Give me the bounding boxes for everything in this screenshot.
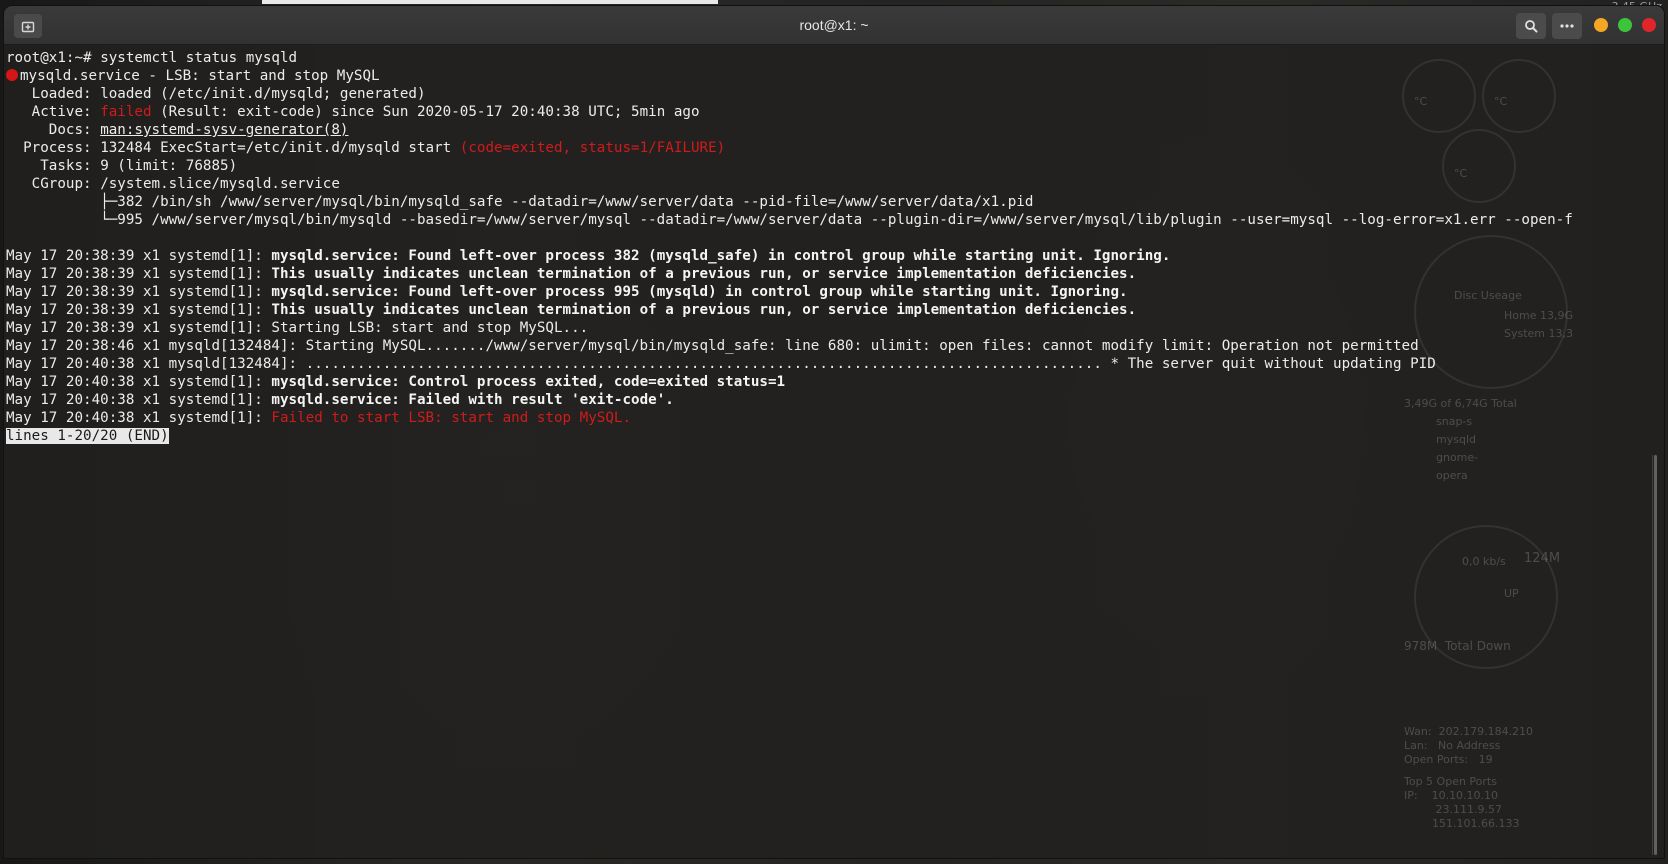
command-text: systemctl status mysqld <box>100 50 298 66</box>
log-line: May 17 20:38:39 x1 systemd[1]: mysqld.se… <box>6 283 1128 301</box>
conky-lan: Lan: No Address <box>1404 739 1501 752</box>
log-message: Starting LSB: start and stop MySQL... <box>271 320 589 336</box>
tasks-label: Tasks: <box>6 158 101 174</box>
search-icon <box>1525 20 1538 33</box>
log-prefix: May 17 20:40:38 x1 systemd[1]: <box>6 392 272 408</box>
cgroup-value: /system.slice/mysqld.service <box>100 176 340 192</box>
log-message: Starting MySQL......./www/server/mysql/b… <box>305 338 1419 354</box>
active-label: Active: <box>6 104 101 120</box>
docs-link[interactable]: man:systemd-sysv-generator(8) <box>100 122 348 138</box>
log-message: This usually indicates unclean terminati… <box>271 266 1137 282</box>
conky-process: mysqld <box>1436 433 1476 446</box>
conky-disk-title: Disc Useage <box>1454 289 1522 302</box>
maximize-button[interactable] <box>1618 18 1632 32</box>
log-line: May 17 20:40:38 x1 systemd[1]: mysqld.se… <box>6 391 674 409</box>
title-bar[interactable]: root@x1: ~ <box>4 6 1664 45</box>
log-line: May 17 20:38:39 x1 systemd[1]: mysqld.se… <box>6 247 1170 265</box>
log-line: May 17 20:40:38 x1 systemd[1]: Failed to… <box>6 409 631 427</box>
log-prefix: May 17 20:38:39 x1 systemd[1]: <box>6 266 272 282</box>
terminal-output[interactable]: °C °C °C Disc Useage Home 13,9G System 1… <box>4 45 1664 858</box>
log-line: May 17 20:40:38 x1 systemd[1]: mysqld.se… <box>6 373 785 391</box>
log-prefix: May 17 20:38:39 x1 systemd[1]: <box>6 320 272 336</box>
conky-gauge <box>1442 129 1516 203</box>
conky-process: snap-s <box>1436 415 1473 428</box>
conky-system: System 13,3 <box>1504 327 1574 340</box>
log-message-error: Failed to start LSB: start and stop MySQ… <box>271 410 632 426</box>
conky-process: opera <box>1436 469 1468 482</box>
cgroup-label: CGroup: <box>6 176 101 192</box>
pager-status: lines 1-20/20 (END) <box>6 428 169 444</box>
new-tab-icon <box>21 21 35 33</box>
pager-status-line: lines 1-20/20 (END) <box>6 427 169 445</box>
log-line: May 17 20:38:39 x1 systemd[1]: Starting … <box>6 319 588 337</box>
log-message: mysqld.service: Failed with result 'exit… <box>271 392 674 408</box>
desktop-background: 3.45 GHz root@x1: ~ <box>0 0 1668 864</box>
conky-process: gnome- <box>1436 451 1479 464</box>
log-prefix: May 17 20:38:46 x1 mysqld[132484]: <box>6 338 306 354</box>
minimize-button[interactable] <box>1594 18 1608 32</box>
conky-ip-row: 151.101.66.133 <box>1404 817 1520 830</box>
log-message: mysqld.service: Found left-over process … <box>271 284 1128 300</box>
unit-description: mysqld.service - LSB: start and stop MyS… <box>20 68 380 84</box>
background-window-edge <box>262 0 718 4</box>
log-prefix: May 17 20:40:38 x1 systemd[1]: <box>6 374 272 390</box>
cgroup-child-line: ├─382 /bin/sh /www/server/mysql/bin/mysq… <box>6 194 1034 210</box>
menu-button[interactable] <box>1552 13 1582 39</box>
log-prefix: May 17 20:40:38 x1 systemd[1]: <box>6 410 272 426</box>
log-prefix: May 17 20:40:38 x1 mysqld[132484]: <box>6 356 306 372</box>
conky-open-ports: Open Ports: 19 <box>1404 753 1493 766</box>
log-message: mysqld.service: Found left-over process … <box>271 248 1171 264</box>
new-tab-button[interactable] <box>14 14 42 38</box>
command-line: root@x1:~# systemctl status mysqld <box>6 49 297 67</box>
active-line: Active: failed (Result: exit-code) since… <box>6 103 700 121</box>
log-prefix: May 17 20:38:39 x1 systemd[1]: <box>6 284 272 300</box>
process-label: Process: <box>6 140 101 156</box>
active-value: (Result: exit-code) since Sun 2020-05-17… <box>151 104 700 120</box>
more-dots-icon <box>1560 24 1574 28</box>
conky-temp: °C <box>1454 167 1468 180</box>
search-button[interactable] <box>1516 13 1546 39</box>
loaded-line: Loaded: loaded (/etc/init.d/mysqld; gene… <box>6 85 426 103</box>
tasks-line: Tasks: 9 (limit: 76885) <box>6 157 237 175</box>
log-line: May 17 20:38:39 x1 systemd[1]: This usua… <box>6 265 1136 283</box>
terminal-window[interactable]: root@x1: ~ °C °C °C Disc Useage Home 13,… <box>4 6 1664 858</box>
conky-temp: °C <box>1414 95 1428 108</box>
conky-memory: 3,49G of 6,74G Total <box>1404 397 1517 410</box>
shell-prompt: root@x1:~# <box>6 50 101 66</box>
process-value: 132484 ExecStart=/etc/init.d/mysqld star… <box>100 140 460 156</box>
scrollbar-thumb[interactable] <box>1654 455 1657 855</box>
close-button[interactable] <box>1642 18 1656 32</box>
conky-ip-row: IP: 10.10.10.10 <box>1404 789 1499 802</box>
conky-total-down: 978M Total Down <box>1404 639 1511 653</box>
log-message: This usually indicates unclean terminati… <box>271 302 1137 318</box>
log-message: ........................................… <box>305 356 1436 372</box>
log-message: mysqld.service: Control process exited, … <box>271 374 786 390</box>
conky-up-label: UP <box>1504 587 1519 600</box>
log-line: May 17 20:38:46 x1 mysqld[132484]: Start… <box>6 337 1419 355</box>
log-line: May 17 20:38:39 x1 systemd[1]: This usua… <box>6 301 1136 319</box>
conky-net-up: 124M <box>1524 551 1561 566</box>
conky-top-ports-title: Top 5 Open Ports <box>1404 775 1497 788</box>
loaded-value: loaded (/etc/init.d/mysqld; generated) <box>100 86 426 102</box>
active-state: failed <box>100 104 152 120</box>
docs-line: Docs: man:systemd-sysv-generator(8) <box>6 121 349 139</box>
conky-home: Home 13,9G <box>1504 309 1573 322</box>
cgroup-child-line: └─995 /www/server/mysql/bin/mysqld --bas… <box>6 212 1573 228</box>
failed-status-dot-icon <box>6 69 18 81</box>
conky-wan: Wan: 202.179.184.210 <box>1404 725 1534 738</box>
tasks-value: 9 (limit: 76885) <box>100 158 238 174</box>
conky-net-rate: 0,0 kb/s <box>1462 555 1506 568</box>
log-line: May 17 20:40:38 x1 mysqld[132484]: .....… <box>6 355 1436 373</box>
log-prefix: May 17 20:38:39 x1 systemd[1]: <box>6 302 272 318</box>
conky-temp: °C <box>1494 95 1508 108</box>
cgroup-line: CGroup: /system.slice/mysqld.service <box>6 175 340 193</box>
process-line: Process: 132484 ExecStart=/etc/init.d/my… <box>6 139 725 157</box>
loaded-label: Loaded: <box>6 86 101 102</box>
conky-ip-row: 23.111.9.57 <box>1404 803 1502 816</box>
log-prefix: May 17 20:38:39 x1 systemd[1]: <box>6 248 272 264</box>
window-title: root@x1: ~ <box>799 17 869 33</box>
process-failure-status: (code=exited, status=1/FAILURE) <box>459 140 726 156</box>
unit-header-line: mysqld.service - LSB: start and stop MyS… <box>6 67 380 85</box>
docs-label: Docs: <box>6 122 101 138</box>
